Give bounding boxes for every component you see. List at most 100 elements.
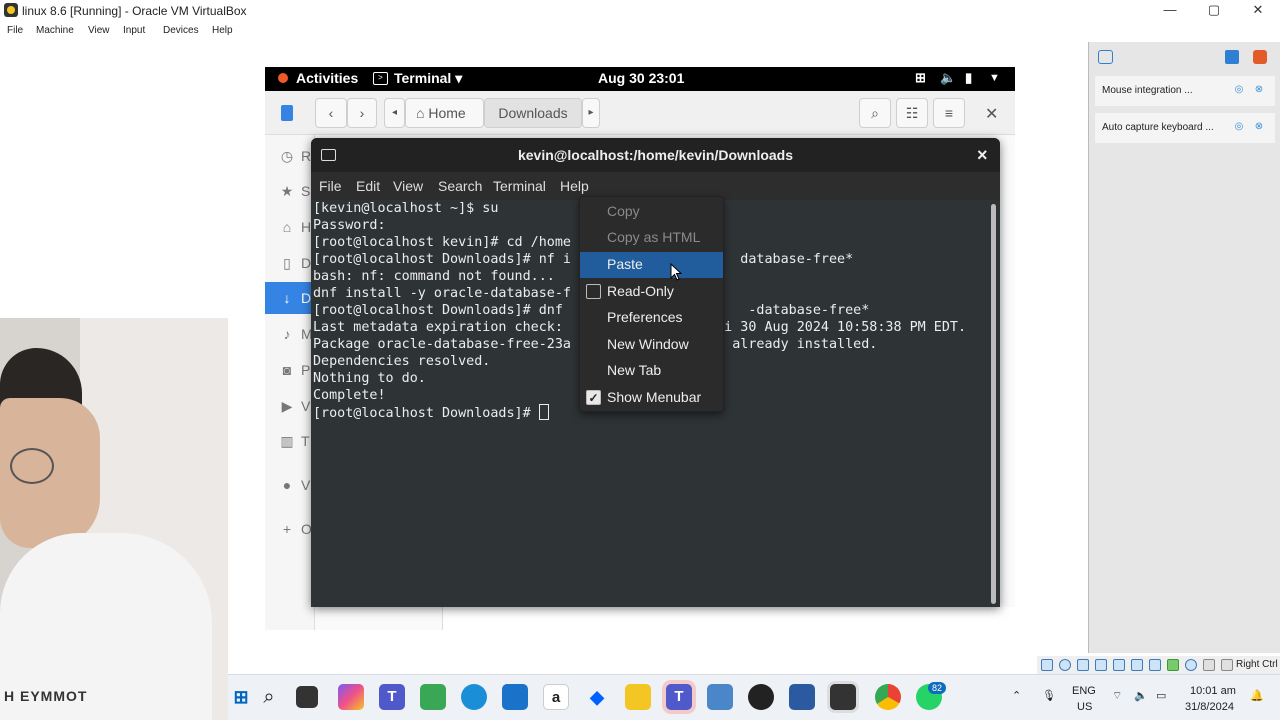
teams-work-icon[interactable]: T: [666, 684, 692, 710]
sidebar-item-home[interactable]: ⌂ H: [265, 211, 315, 243]
terminal-menu-edit[interactable]: Edit: [356, 178, 380, 194]
hamburger-menu-icon[interactable]: ≡: [933, 98, 965, 128]
copilot-icon[interactable]: [338, 684, 364, 710]
dropbox-icon[interactable]: ◆: [584, 684, 610, 710]
recording-icon[interactable]: [1167, 659, 1179, 671]
start-icon[interactable]: ⊞: [228, 684, 254, 710]
audio-icon[interactable]: [1077, 659, 1089, 671]
path-home-button[interactable]: ⌂ Home: [405, 98, 484, 128]
shared-folders-icon[interactable]: [1131, 659, 1143, 671]
sidebar-item-starred[interactable]: ★ S: [265, 175, 315, 207]
notification-auto-capture[interactable]: Auto capture keyboard ... ◎ ⊗: [1095, 113, 1275, 143]
virtualbox-taskbar-icon[interactable]: [789, 684, 815, 710]
tray-overflow-chevron-icon[interactable]: ⌃: [1012, 689, 1021, 702]
terminal-menu-search[interactable]: Search: [438, 178, 482, 194]
sidebar-item-videos[interactable]: ▶ V: [265, 390, 315, 422]
display-icon[interactable]: [1149, 659, 1161, 671]
search-icon[interactable]: ⌕: [256, 684, 282, 710]
sidebar-item-music[interactable]: ♪ M: [265, 318, 315, 350]
menu-item-new-tab[interactable]: New Tab: [580, 358, 723, 384]
terminal-menu-file[interactable]: File: [319, 178, 342, 194]
files-close-icon[interactable]: ✕: [985, 104, 998, 124]
menu-item-new-window[interactable]: New Window: [580, 332, 723, 358]
system-menu-chevron-icon[interactable]: ▼: [989, 72, 1000, 84]
menu-item-show-menubar[interactable]: ✓ Show Menubar: [580, 385, 723, 411]
notification-mouse-integration[interactable]: Mouse integration ... ◎ ⊗: [1095, 76, 1275, 106]
language-label[interactable]: ENG: [1072, 685, 1096, 697]
wifi-icon[interactable]: ⌔: [1112, 689, 1122, 703]
recorder-icon[interactable]: [748, 684, 774, 710]
menu-item-preferences[interactable]: Preferences: [580, 305, 723, 331]
terminal-app-menu[interactable]: Terminal ▾: [394, 70, 462, 87]
clock[interactable]: Aug 30 23:01: [598, 70, 684, 86]
host-menu-view[interactable]: View: [88, 25, 110, 36]
menu-item-copy-as-html[interactable]: Copy as HTML: [580, 225, 723, 251]
read-only-checkbox[interactable]: [586, 284, 601, 299]
network-adapter-icon[interactable]: [1095, 659, 1107, 671]
notifications-bell-icon[interactable]: 🔔: [1250, 689, 1264, 702]
maximize-button[interactable]: ▢: [1192, 0, 1236, 22]
menu-item-copy[interactable]: Copy: [580, 199, 723, 225]
terminal-close-button[interactable]: ×: [977, 138, 988, 172]
edge-icon[interactable]: [461, 684, 487, 710]
host-menu-help[interactable]: Help: [212, 25, 233, 36]
path-right-chevron-icon[interactable]: ▸: [582, 98, 600, 128]
path-downloads-button[interactable]: Downloads: [484, 98, 582, 128]
toggle-panel-icon[interactable]: [1225, 50, 1239, 64]
sidebar-item-downloads[interactable]: ↓ D: [265, 282, 315, 314]
file-explorer-icon[interactable]: [625, 684, 651, 710]
keyboard-capture-icon[interactable]: [1221, 659, 1233, 671]
sidebar-item-pictures[interactable]: ◙ P: [265, 354, 315, 386]
chrome-icon[interactable]: [875, 684, 901, 710]
notification-close-icon[interactable]: ⊗: [1253, 121, 1265, 133]
terminal-menu-view[interactable]: View: [393, 178, 423, 194]
back-button[interactable]: ‹: [315, 98, 347, 128]
host-menu-input[interactable]: Input: [123, 25, 145, 36]
usb-icon[interactable]: [1113, 659, 1125, 671]
task-view-icon[interactable]: [296, 686, 318, 708]
hard-disk-icon[interactable]: [1041, 659, 1053, 671]
activities-button[interactable]: Activities: [296, 70, 358, 86]
volume-icon[interactable]: 🔈: [940, 70, 956, 86]
taskbar-date[interactable]: 31/8/2024: [1185, 701, 1234, 713]
terminal-menu-help[interactable]: Help: [560, 178, 589, 194]
view-options-icon[interactable]: ☷: [896, 98, 928, 128]
sidebar-item-recent[interactable]: ◷ R: [265, 140, 315, 172]
clear-notifications-icon[interactable]: [1253, 50, 1267, 64]
minimize-button[interactable]: —: [1148, 0, 1192, 22]
menu-item-read-only[interactable]: Read-Only: [580, 279, 723, 305]
host-menu-machine[interactable]: Machine: [36, 25, 74, 36]
sidebar-item-other-locations[interactable]: + O: [265, 513, 315, 545]
battery-icon[interactable]: ▮: [965, 70, 972, 86]
sidebar-item-trash[interactable]: ▥ T: [265, 425, 315, 457]
menu-item-paste[interactable]: Paste: [580, 252, 723, 278]
host-menu-file[interactable]: File: [7, 25, 23, 36]
path-left-chevron-icon[interactable]: ◂: [384, 98, 405, 128]
linux-vm-icon[interactable]: [830, 684, 856, 710]
sidebar-item-documents[interactable]: ▯ D: [265, 247, 315, 279]
optical-drive-icon[interactable]: [1059, 659, 1071, 671]
microphone-icon[interactable]: 🎙: [1042, 689, 1056, 702]
terminal-menu-terminal[interactable]: Terminal: [493, 178, 546, 194]
virtualization-icon[interactable]: [1185, 659, 1197, 671]
battery-icon[interactable]: ▭: [1156, 689, 1166, 702]
phone-link-icon[interactable]: [420, 684, 446, 710]
amazon-icon[interactable]: a: [543, 684, 569, 710]
show-menubar-checkbox[interactable]: ✓: [586, 390, 601, 405]
host-menu-devices[interactable]: Devices: [163, 25, 199, 36]
region-label[interactable]: US: [1077, 701, 1092, 713]
notepad-icon[interactable]: [707, 684, 733, 710]
network-icon[interactable]: ⊞: [915, 70, 926, 86]
store-icon[interactable]: [502, 684, 528, 710]
sidebar-item-volume[interactable]: ● V: [265, 469, 315, 501]
mouse-capture-icon[interactable]: [1203, 659, 1215, 671]
notification-center-icon[interactable]: [1098, 50, 1113, 64]
teams-icon[interactable]: T: [379, 684, 405, 710]
terminal-scrollbar[interactable]: [991, 204, 996, 604]
search-icon[interactable]: ⌕: [859, 98, 891, 128]
forward-button[interactable]: ›: [347, 98, 377, 128]
speaker-icon[interactable]: 🔈: [1134, 689, 1148, 702]
close-button[interactable]: ✕: [1236, 0, 1280, 22]
taskbar-time[interactable]: 10:01 am: [1190, 685, 1236, 697]
notification-close-icon[interactable]: ⊗: [1253, 84, 1265, 96]
